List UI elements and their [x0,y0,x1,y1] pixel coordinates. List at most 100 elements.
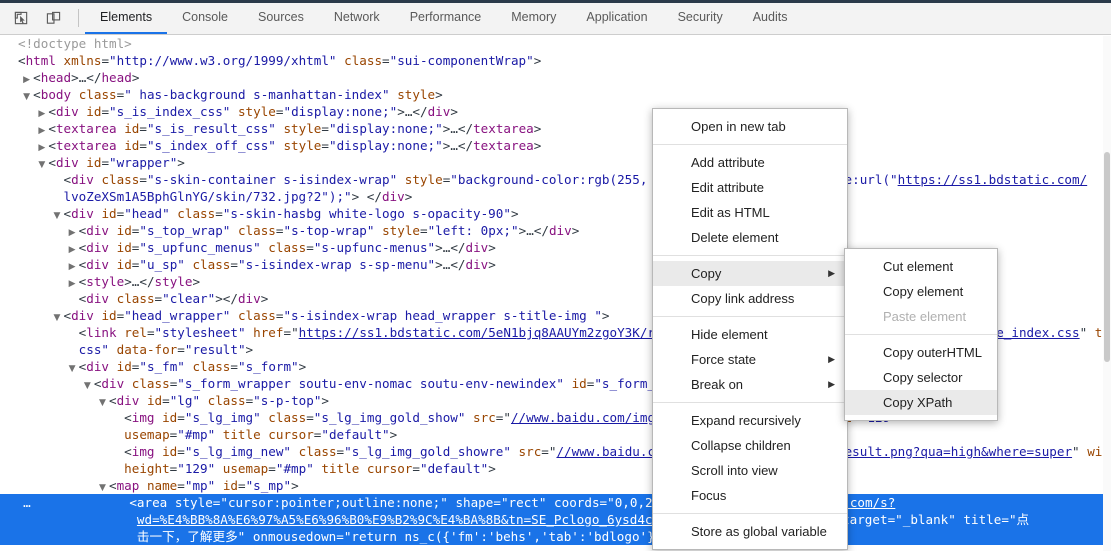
menu-item-label: Copy selector [883,370,963,385]
dom-attribute-value: css" [78,342,110,357]
dom-tree-row[interactable]: height="129" usemap="#mp" title cursor="… [0,460,1111,477]
dom-text [167,495,175,510]
dom-tag-name: div [427,104,451,119]
dom-text: = [177,444,185,459]
dom-attribute-value: "left: 0px;" [427,223,519,238]
dom-tree-row[interactable]: <textarea id="s_is_result_css" style="di… [0,120,1111,137]
dom-tree-row-selected[interactable]: wd=%E4%BB%8A%E6%97%A5%E6%96%B0%E9%B2%9C%… [0,511,1111,528]
menu-item-hide-element[interactable]: Hide element [653,322,847,347]
dom-tree-row[interactable]: lvoZeXSm1A5BphGlnYG/skin/732.jpg?2");"> … [0,188,1111,205]
dom-tag-name: div [548,223,572,238]
dom-attribute-name: shape [455,495,494,510]
tab-memory[interactable]: Memory [496,2,571,34]
dom-tree-row[interactable]: <div id="s_is_index_css" style="display:… [0,103,1111,120]
dom-tree-row[interactable]: <!doctype html> [0,35,1111,52]
dom-tag-name: div [55,104,79,119]
truncation-ellipsis[interactable]: … [8,495,129,510]
dom-text [465,410,473,425]
dom-attribute-name: id [222,478,238,493]
dom-tree-row[interactable]: <body class=" has-background s-manhattan… [0,86,1111,103]
dom-text: < [48,138,56,153]
dom-attribute-name: href [253,325,284,340]
menu-item-edit-attribute[interactable]: Edit attribute [653,175,847,200]
tab-console[interactable]: Console [167,2,243,34]
dom-text [124,376,132,391]
tab-elements[interactable]: Elements [85,2,168,34]
dom-tree-row[interactable]: <head>…</head> [0,69,1111,86]
dom-tree-row[interactable]: <div class="s-skin-container s-isindex-w… [0,171,1111,188]
dom-tag-name: link [86,325,117,340]
dom-tag-name: head [101,70,132,85]
dom-link[interactable]: https://ss1.bdstatic.com/ [898,172,1088,187]
dom-attribute-name: cursor [366,461,413,476]
chevron-right-icon: ▶ [828,379,835,389]
vertical-scrollbar[interactable] [1103,36,1111,551]
dom-tree-row[interactable]: <div id="wrapper"> [0,154,1111,171]
menu-separator [845,334,997,335]
dom-tree-row[interactable]: <img id="s_lg_img_new" class="s_lg_img_g… [0,443,1111,460]
context-menu[interactable]: Open in new tab Add attribute Edit attribu… [652,108,848,550]
tab-application[interactable]: Application [571,2,662,34]
menu-item-break-on[interactable]: Break on ▶ [653,372,847,397]
dom-text: < [48,104,56,119]
dom-tag-name: map [116,478,140,493]
dom-tree-row-selected[interactable]: 击一下，了解更多" onmousedown="return ns_c({'fm'… [0,528,1111,545]
tab-performance[interactable]: Performance [395,2,497,34]
menu-item-force-state[interactable]: Force state ▶ [653,347,847,372]
dom-tree-row[interactable]: <textarea id="s_index_off_css" style="di… [0,137,1111,154]
tab-network[interactable]: Network [319,2,395,34]
menu-item-add-attribute[interactable]: Add attribute [653,150,847,175]
menu-item-copy-outerhtml[interactable]: Copy outerHTML [845,340,997,365]
dom-text: … [526,223,534,238]
dom-attribute-value: "s_lg_img_new" [184,444,292,459]
dom-attribute-name: style [283,121,322,136]
menu-item-store-as-global-variable[interactable]: Store as global variable [653,519,847,544]
dom-attribute-value: "129" [177,461,216,476]
menu-item-open-in-new-tab[interactable]: Open in new tab [653,114,847,139]
copy-submenu[interactable]: Cut element Copy element Paste element Copy… [844,248,998,421]
menu-item-scroll-into-view[interactable]: Scroll into view [653,458,847,483]
dom-text: = [139,121,147,136]
menu-item-delete-element[interactable]: Delete element [653,225,847,250]
dom-attribute-name: class [177,206,216,221]
menu-item-copy-xpath[interactable]: Copy XPath [845,390,997,415]
menu-item-edit-as-html[interactable]: Edit as HTML [653,200,847,225]
menu-item-expand-recursively[interactable]: Expand recursively [653,408,847,433]
dom-tree-row[interactable]: usemap="#mp" title cursor="default"> [0,426,1111,443]
tab-audits[interactable]: Audits [738,2,803,34]
dom-text: = [336,529,344,544]
menu-item-copy-link-address[interactable]: Copy link address [653,286,847,311]
dom-text: =" [283,325,299,340]
dom-attribute-name: id [162,410,178,425]
tab-security[interactable]: Security [663,2,738,34]
device-toolbar-icon[interactable] [40,6,66,30]
dom-text [109,359,117,374]
dom-attribute-name: id [146,393,163,408]
menu-item-copy[interactable]: Copy ▶ [653,261,847,286]
menu-item-collapse-children[interactable]: Collapse children [653,433,847,458]
dom-text: = [321,138,329,153]
dom-tree-row[interactable]: <div id="s_top_wrap" class="s-top-wrap" … [0,222,1111,239]
dom-text: = [336,444,345,459]
dom-attribute-value: "s_lg_img_gold_showre" [344,444,511,459]
tab-sources[interactable]: Sources [243,2,319,34]
scrollbar-thumb[interactable] [1104,152,1110,362]
inspect-element-icon[interactable] [8,6,34,30]
menu-item-copy-selector[interactable]: Copy selector [845,365,997,390]
menu-item-label: Cut element [883,259,954,274]
dom-tree-row[interactable]: <map name="mp" id="s_mp"> [0,477,1111,494]
dom-attribute-name: id [124,138,140,153]
menu-item-cut-element[interactable]: Cut element [845,254,997,279]
menu-item-focus[interactable]: Focus [653,483,847,508]
menu-separator [653,316,847,317]
menu-item-label: Copy element [883,284,964,299]
dom-text: … [450,138,458,153]
dom-tree-row[interactable]: <div id="head" class="s-skin-hasbg white… [0,205,1111,222]
dom-attribute-name: onmousedown [252,529,337,544]
dom-tree-row-selected[interactable]: … <area style = "cursor:pointer;outline:no… [0,494,1111,511]
menu-item-copy-element[interactable]: Copy element [845,279,997,304]
dom-tree-row[interactable]: <html xmlns="http://www.w3.org/1999/xhtm… [0,52,1111,69]
